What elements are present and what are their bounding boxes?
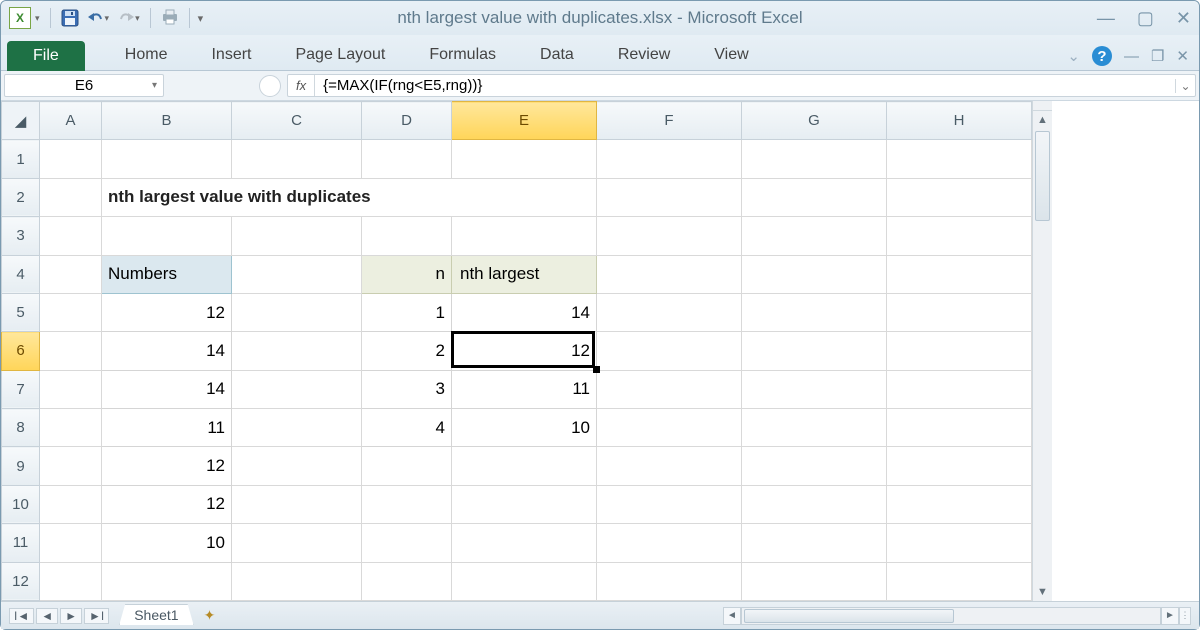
split-handle[interactable]: [1033, 101, 1052, 111]
tab-review[interactable]: Review: [596, 40, 692, 70]
window-controls: ― ▢ ✕: [1097, 8, 1191, 29]
cell-B8[interactable]: 11: [102, 409, 232, 447]
ribbon-minimize-icon[interactable]: ⌄: [1067, 47, 1080, 65]
nth-header[interactable]: nth largest: [452, 255, 597, 293]
cell-B9[interactable]: 12: [102, 447, 232, 485]
workbook-close-icon[interactable]: ✕: [1176, 47, 1189, 65]
cell-D5[interactable]: 1: [362, 293, 452, 331]
name-box-value: E6: [75, 77, 93, 94]
cell-B10[interactable]: 12: [102, 485, 232, 523]
save-icon[interactable]: [61, 9, 79, 27]
excel-logo-icon[interactable]: X: [9, 7, 31, 29]
row-header-1[interactable]: 1: [2, 140, 40, 178]
sheet-title: nth largest value with duplicates: [102, 178, 597, 216]
sheet-tab-sheet1[interactable]: Sheet1: [119, 604, 193, 625]
grid[interactable]: ◢ A B C D E F G H 1 2 nth largest value w…: [1, 101, 1032, 601]
tab-page-layout[interactable]: Page Layout: [273, 40, 407, 70]
cell-E8[interactable]: 10: [452, 409, 597, 447]
tab-formulas[interactable]: Formulas: [407, 40, 518, 70]
qat-more-icon[interactable]: ▾: [198, 12, 204, 25]
hscroll-right-icon[interactable]: ►: [1161, 607, 1179, 625]
cell-E6[interactable]: 12: [452, 332, 597, 370]
name-box[interactable]: E6 ▾: [4, 74, 164, 97]
separator: [150, 8, 151, 28]
redo-icon[interactable]: ▾: [115, 10, 140, 26]
select-all-corner[interactable]: ◢: [2, 102, 40, 140]
row-header-6[interactable]: 6: [2, 332, 40, 370]
workbook-minimize-icon[interactable]: ―: [1124, 48, 1139, 65]
cell-D6[interactable]: 2: [362, 332, 452, 370]
row-header-11[interactable]: 11: [2, 524, 40, 562]
ribbon: File Home Insert Page Layout Formulas Da…: [1, 35, 1199, 71]
row-header-7[interactable]: 7: [2, 370, 40, 408]
fx-icon[interactable]: fx: [288, 75, 315, 96]
formula-input[interactable]: {=MAX(IF(rng<E5,rng))}: [315, 77, 1175, 94]
quick-access-toolbar: X ▾ ▾ ▾ ▾: [9, 7, 203, 29]
tab-view[interactable]: View: [692, 40, 770, 70]
cell-B11[interactable]: 10: [102, 524, 232, 562]
cell-B7[interactable]: 14: [102, 370, 232, 408]
col-header-G[interactable]: G: [742, 102, 887, 140]
sheet-nav-last-icon[interactable]: ►I: [84, 608, 109, 624]
row-header-12[interactable]: 12: [2, 562, 40, 601]
cell-B6[interactable]: 14: [102, 332, 232, 370]
titlebar: X ▾ ▾ ▾ ▾ nth largest value with duplica…: [1, 1, 1199, 35]
col-header-C[interactable]: C: [232, 102, 362, 140]
scroll-down-icon[interactable]: ▼: [1033, 583, 1052, 601]
col-header-B[interactable]: B: [102, 102, 232, 140]
numbers-header[interactable]: Numbers: [102, 255, 232, 293]
name-box-dropdown-icon[interactable]: ▾: [152, 80, 157, 91]
formula-bar: E6 ▾ fx {=MAX(IF(rng<E5,rng))} ⌄: [1, 71, 1199, 101]
help-icon[interactable]: ?: [1092, 46, 1112, 66]
workbook-restore-icon[interactable]: ❐: [1151, 47, 1164, 65]
col-header-D[interactable]: D: [362, 102, 452, 140]
formula-expand-icon[interactable]: ⌄: [1175, 79, 1195, 93]
close-icon[interactable]: ✕: [1176, 8, 1191, 29]
col-header-H[interactable]: H: [887, 102, 1032, 140]
row-header-5[interactable]: 5: [2, 293, 40, 331]
maximize-icon[interactable]: ▢: [1137, 8, 1154, 29]
sheet-nav-prev-icon[interactable]: ◄: [36, 608, 58, 624]
tab-home[interactable]: Home: [103, 40, 190, 70]
tab-insert[interactable]: Insert: [189, 40, 273, 70]
new-sheet-icon[interactable]: ✦: [204, 607, 216, 624]
col-header-F[interactable]: F: [597, 102, 742, 140]
hscroll-thumb[interactable]: [744, 609, 954, 623]
separator: [50, 8, 51, 28]
row-header-2[interactable]: 2: [2, 178, 40, 216]
worksheet-area: ◢ A B C D E F G H 1 2 nth largest value w…: [1, 101, 1199, 601]
minimize-icon[interactable]: ―: [1097, 8, 1115, 29]
row-header-10[interactable]: 10: [2, 485, 40, 523]
sheet-nav: I◄ ◄ ► ►I: [9, 608, 109, 624]
scroll-up-icon[interactable]: ▲: [1033, 111, 1052, 129]
cell-D8[interactable]: 4: [362, 409, 452, 447]
horizontal-scrollbar[interactable]: ◄ ► ⋮: [723, 607, 1191, 625]
row-header-8[interactable]: 8: [2, 409, 40, 447]
sheet-nav-first-icon[interactable]: I◄: [9, 608, 34, 624]
cell-D7[interactable]: 3: [362, 370, 452, 408]
cell-E5[interactable]: 14: [452, 293, 597, 331]
col-header-A[interactable]: A: [40, 102, 102, 140]
separator: [189, 8, 190, 28]
hscroll-left-icon[interactable]: ◄: [723, 607, 741, 625]
tab-data[interactable]: Data: [518, 40, 596, 70]
sheet-nav-next-icon[interactable]: ►: [60, 608, 82, 624]
col-header-E[interactable]: E: [452, 102, 597, 140]
statusbar: I◄ ◄ ► ►I Sheet1 ✦ ◄ ► ⋮: [1, 601, 1199, 629]
cell-B5[interactable]: 12: [102, 293, 232, 331]
qat-customize-icon[interactable]: ▾: [35, 13, 40, 24]
vscroll-thumb[interactable]: [1035, 131, 1050, 221]
n-header[interactable]: n: [362, 255, 452, 293]
file-tab[interactable]: File: [7, 41, 85, 71]
row-header-3[interactable]: 3: [2, 217, 40, 255]
cell-E7[interactable]: 11: [452, 370, 597, 408]
row-header-9[interactable]: 9: [2, 447, 40, 485]
undo-icon[interactable]: ▾: [85, 10, 110, 26]
fill-handle[interactable]: [593, 366, 600, 373]
row-header-4[interactable]: 4: [2, 255, 40, 293]
hscroll-split-icon[interactable]: ⋮: [1179, 607, 1191, 625]
print-icon[interactable]: [161, 9, 179, 28]
vertical-scrollbar[interactable]: ▲ ▼: [1032, 101, 1052, 601]
cancel-formula-icon[interactable]: [259, 75, 281, 97]
